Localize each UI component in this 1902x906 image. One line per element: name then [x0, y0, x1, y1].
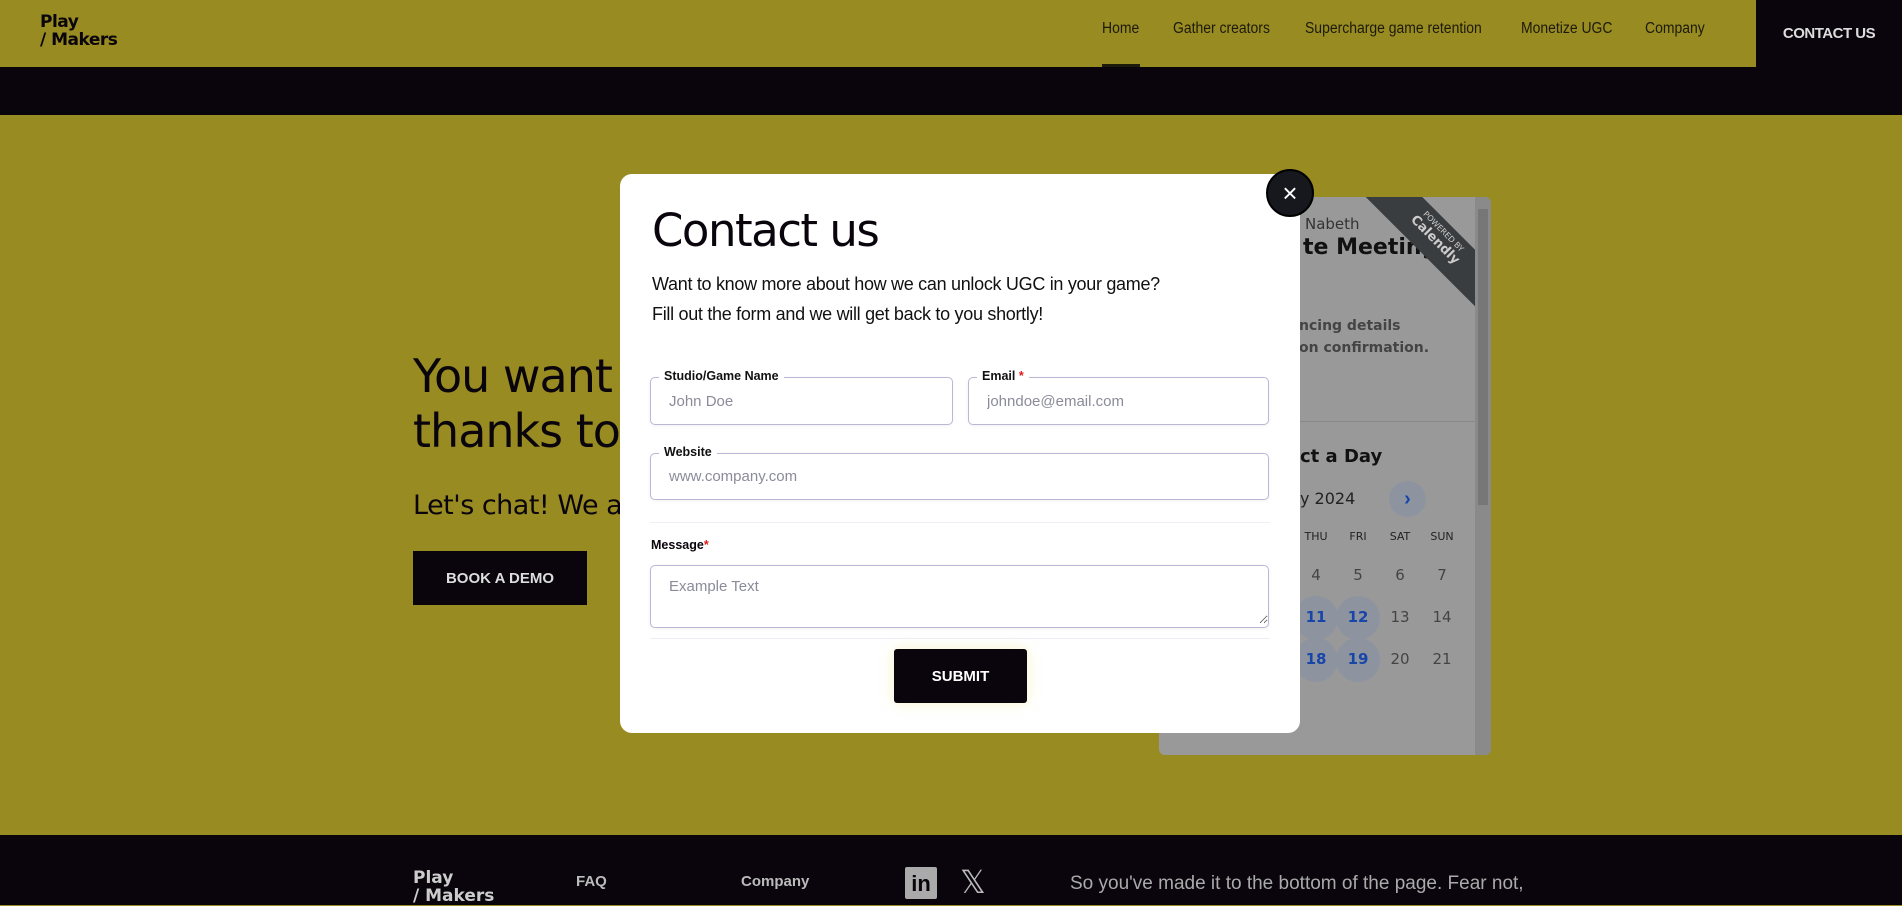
calendar-day: 14 [1432, 608, 1452, 626]
calendar-day[interactable]: 12 [1338, 608, 1378, 626]
footer-logo[interactable]: Play / Makers [413, 869, 494, 905]
calendar-day: 4 [1311, 566, 1321, 584]
email-input[interactable] [969, 392, 1268, 410]
message-textarea[interactable] [651, 578, 1268, 624]
logo-line: / Makers [413, 886, 495, 906]
weekday-header: FRI [1349, 530, 1367, 543]
required-mark: * [703, 538, 709, 552]
calendly-desc: on confirmation. [1299, 340, 1430, 356]
scrollbar[interactable] [1475, 197, 1491, 755]
book-demo-button[interactable]: BOOK A DEMO [413, 551, 587, 605]
nav-supercharge[interactable]: Supercharge game retention [1305, 20, 1482, 38]
message-label: Message* [651, 538, 709, 552]
calendar-day[interactable]: 11 [1296, 608, 1336, 626]
calendar-day: 20 [1390, 650, 1410, 668]
close-icon: × [1282, 177, 1298, 208]
logo[interactable]: Play / Makers [40, 12, 118, 50]
calendar-day: 7 [1437, 566, 1447, 584]
required-mark: * [1018, 369, 1024, 383]
header [0, 0, 1902, 67]
chevron-right-icon: › [1404, 487, 1411, 510]
calendar-day[interactable]: 18 [1296, 650, 1336, 668]
dark-band [0, 67, 1902, 115]
month-label: y 2024 [1300, 489, 1356, 508]
select-day-heading: ct a Day [1300, 446, 1383, 467]
next-month-button[interactable]: › [1389, 481, 1426, 517]
modal-subtitle: Want to know more about how we can unloc… [652, 274, 1160, 294]
calendly-desc: ncing details [1299, 318, 1401, 334]
website-input[interactable] [651, 468, 1268, 485]
weekday-header: THU [1304, 530, 1328, 543]
contact-modal: Contact us Want to know more about how w… [620, 174, 1300, 733]
calendar-day: 6 [1395, 566, 1405, 584]
ribbon-brand: Calendly [1407, 212, 1463, 268]
message-label-text: Message [651, 538, 704, 552]
footer-text: So you've made it to the bottom of the p… [1070, 873, 1524, 894]
footer-company-link[interactable]: Company [741, 873, 809, 890]
studio-name-input[interactable] [651, 392, 952, 410]
weekday-header: SAT [1389, 530, 1411, 543]
logo-line: / Makers [40, 30, 118, 50]
footer-faq-link[interactable]: FAQ [576, 873, 607, 890]
close-modal-button[interactable]: × [1266, 169, 1314, 217]
submit-button[interactable]: SUBMIT [894, 649, 1027, 703]
scrollbar-thumb[interactable] [1478, 209, 1488, 505]
nav-monetize-ugc[interactable]: Monetize UGC [1521, 20, 1612, 38]
email-label-text: Email [982, 369, 1016, 383]
studio-name-field[interactable]: Studio/Game Name [650, 369, 953, 425]
calendar-day: 5 [1353, 566, 1363, 584]
calendar-day[interactable]: 19 [1338, 650, 1378, 668]
contact-us-button[interactable]: CONTACT US [1756, 0, 1902, 67]
nav-company[interactable]: Company [1645, 20, 1705, 38]
x-twitter-icon[interactable]: 𝕏 [960, 863, 986, 901]
email-label: Email * [977, 369, 1029, 383]
logo-line: Play [40, 12, 79, 32]
website-label: Website [659, 445, 717, 459]
message-field[interactable] [650, 565, 1269, 628]
linkedin-icon[interactable]: in [905, 867, 937, 899]
weekday-header: SUN [1430, 530, 1454, 543]
divider [650, 638, 1270, 639]
hero-subtitle: Let's chat! We a [413, 490, 623, 521]
calendar-day: 13 [1390, 608, 1410, 626]
nav-home[interactable]: Home [1102, 20, 1139, 38]
nav-gather-creators[interactable]: Gather creators [1173, 20, 1270, 38]
divider [650, 522, 1270, 523]
calendly-host: Nabeth [1305, 215, 1360, 233]
calendar-day: 21 [1432, 650, 1452, 668]
footer: Play / Makers FAQ Company in 𝕏 So you've … [0, 835, 1902, 905]
modal-title: Contact us [652, 204, 880, 257]
website-field[interactable]: Website [650, 445, 1269, 500]
powered-by-calendly-badge[interactable]: POWERED BY Calendly [1340, 197, 1491, 335]
studio-name-label: Studio/Game Name [659, 369, 784, 383]
modal-subtitle: Fill out the form and we will get back t… [652, 304, 1043, 324]
email-field[interactable]: Email * [968, 369, 1269, 425]
logo-line: Play [413, 868, 454, 888]
